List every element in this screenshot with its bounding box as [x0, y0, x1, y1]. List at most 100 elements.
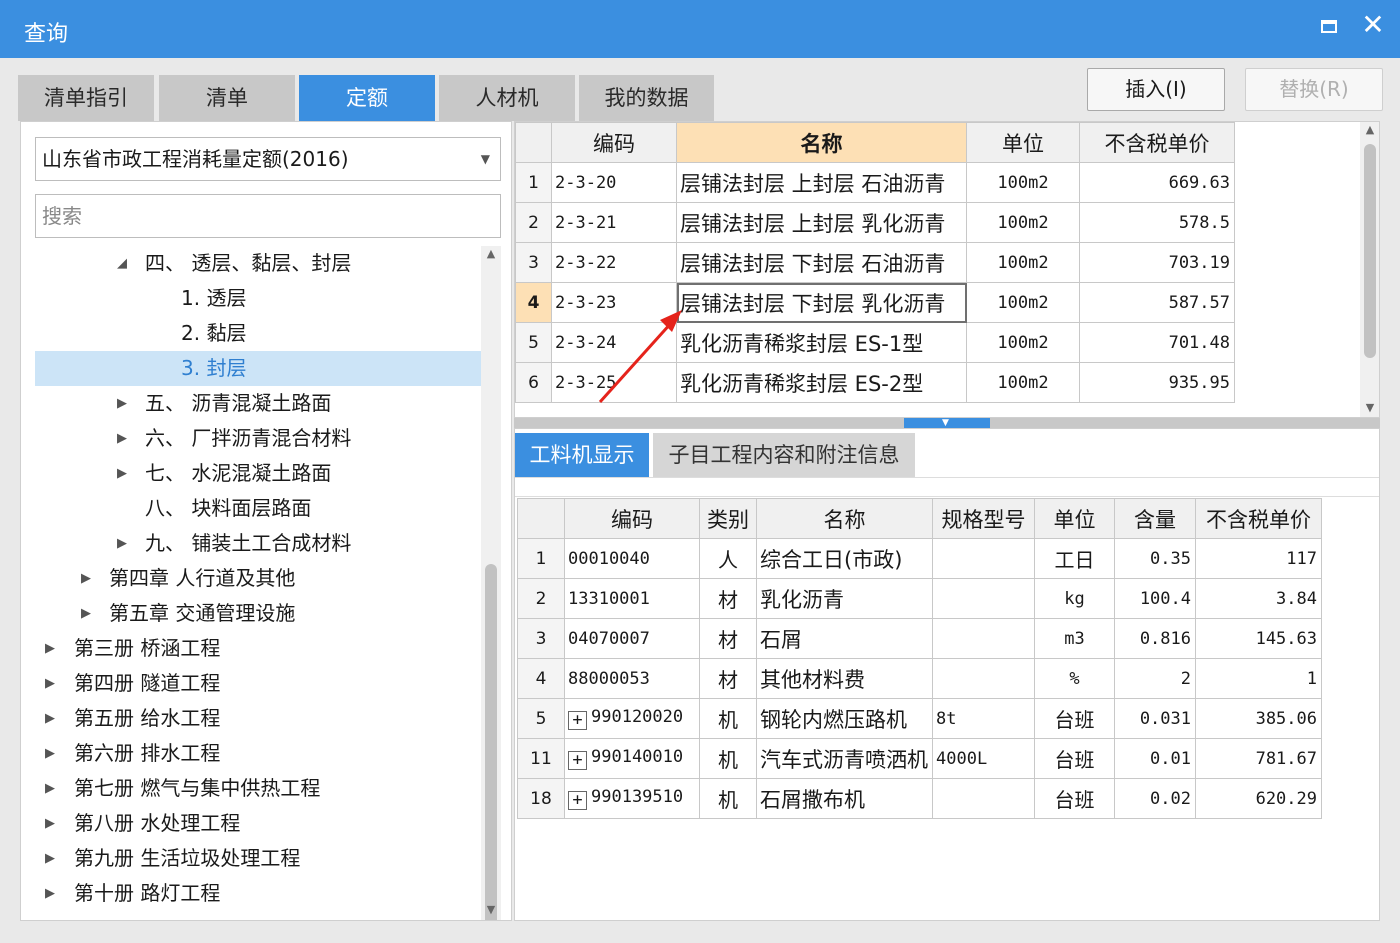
expand-icon[interactable]: ▶ [79, 596, 93, 631]
tree-item[interactable]: 1. 透层 [21, 281, 483, 316]
tree-item[interactable]: ▶ 第四册 隧道工程 [21, 666, 483, 701]
table-row[interactable]: 3 2-3-22 层铺法封层 下封层 石油沥青 100m2 703.19 [515, 242, 1235, 283]
table-row[interactable]: 3 04070007 材 石屑 m3 0.816 145.63 [517, 618, 1322, 659]
expand-icon[interactable]: ▶ [43, 806, 57, 841]
resource-spec [932, 658, 1035, 699]
replace-button[interactable]: 替换(R) [1245, 68, 1383, 111]
expand-icon[interactable]: ▶ [43, 841, 57, 876]
column-header-unit[interactable]: 单位 [1034, 498, 1115, 539]
tree-item[interactable]: 八、 块料面层路面 [21, 491, 483, 526]
tab-work-content[interactable]: 子目工程内容和附注信息 [653, 433, 915, 477]
scroll-up-icon[interactable]: ▲ [481, 246, 501, 262]
column-header-code[interactable]: 编码 [564, 498, 700, 539]
resource-spec [932, 538, 1035, 579]
insert-button[interactable]: 插入(I) [1087, 68, 1225, 111]
expand-icon[interactable]: ▶ [115, 456, 129, 491]
collapse-icon[interactable]: ◢ [115, 246, 129, 281]
tree-item[interactable]: ▶ 六、 厂拌沥青混合材料 [21, 421, 483, 456]
tree-item-label: 八、 块料面层路面 [145, 496, 312, 520]
expand-icon[interactable]: ▶ [115, 421, 129, 456]
maximize-button[interactable] [1316, 14, 1342, 40]
tab-my-data[interactable]: 我的数据 [579, 75, 714, 121]
table-row[interactable]: 6 2-3-25 乳化沥青稀浆封层 ES-2型 100m2 935.95 [515, 362, 1235, 403]
column-header-qty[interactable]: 含量 [1114, 498, 1196, 539]
table-row[interactable]: 1 00010040 人 综合工日(市政) 工日 0.35 117 [517, 538, 1322, 579]
scroll-up-icon[interactable]: ▲ [1360, 122, 1379, 138]
tree-item[interactable]: ◢ 四、 透层、黏层、封层 [21, 246, 483, 281]
expand-icon[interactable]: ▶ [43, 736, 57, 771]
search-input[interactable] [35, 194, 501, 238]
scroll-down-icon[interactable]: ▼ [481, 902, 501, 918]
resource-price: 145.63 [1195, 618, 1322, 659]
table-row[interactable]: 2 2-3-21 层铺法封层 上封层 乳化沥青 100m2 578.5 [515, 202, 1235, 243]
expand-icon[interactable]: ▶ [115, 386, 129, 421]
tree-item[interactable]: ▶ 第五册 给水工程 [21, 701, 483, 736]
tree-item[interactable]: ▶ 第四章 人行道及其他 [21, 561, 483, 596]
table-row-current[interactable]: 4 2-3-23 层铺法封层 下封层 乳化沥青 100m2 587.57 [515, 282, 1235, 323]
tab-quota[interactable]: 定额 [299, 75, 435, 121]
expand-icon[interactable]: ▶ [79, 561, 93, 596]
expand-icon[interactable]: ▶ [43, 701, 57, 736]
column-header-unit[interactable]: 单位 [966, 122, 1080, 163]
table-row[interactable]: 5 2-3-24 乳化沥青稀浆封层 ES-1型 100m2 701.48 [515, 322, 1235, 363]
resource-unit: kg [1034, 578, 1115, 619]
quota-unit: 100m2 [966, 202, 1080, 243]
tree-item[interactable]: ▶ 第十册 路灯工程 [21, 876, 483, 911]
expand-icon[interactable]: ▶ [43, 631, 57, 666]
column-header-name[interactable]: 名称 [676, 122, 967, 163]
tree-item[interactable]: ▶ 第八册 水处理工程 [21, 806, 483, 841]
tree-item[interactable]: ▶ 第五章 交通管理设施 [21, 596, 483, 631]
quota-code: 2-3-21 [551, 202, 677, 243]
column-header-price[interactable]: 不含税单价 [1195, 498, 1322, 539]
tree-item[interactable]: ▶ 第六册 排水工程 [21, 736, 483, 771]
quota-library-select[interactable]: 山东省市政工程消耗量定额(2016) ▼ [35, 137, 501, 181]
expand-icon[interactable]: ▶ [43, 876, 57, 911]
tab-resource-display[interactable]: 工料机显示 [515, 433, 649, 477]
column-header-name[interactable]: 名称 [756, 498, 933, 539]
quota-scrollbar[interactable]: ▲ ▼ [1360, 122, 1379, 417]
tree-item[interactable]: ▶ 第七册 燃气与集中供热工程 [21, 771, 483, 806]
tree-item[interactable]: ▶ 九、 铺装土工合成材料 [21, 526, 483, 561]
scroll-thumb[interactable] [485, 564, 497, 920]
tree-item[interactable]: ▶ 五、 沥青混凝土路面 [21, 386, 483, 421]
tree-item-label: 第七册 燃气与集中供热工程 [74, 776, 321, 800]
quota-price: 701.48 [1079, 322, 1235, 363]
close-button[interactable]: ✕ [1358, 10, 1388, 40]
expand-icon[interactable]: ▶ [43, 771, 57, 806]
tree-item[interactable]: ▶ 七、 水泥混凝土路面 [21, 456, 483, 491]
column-header-price[interactable]: 不含税单价 [1079, 122, 1235, 163]
tree-item-label: 第十册 路灯工程 [74, 881, 221, 905]
scroll-thumb[interactable] [1364, 144, 1376, 358]
column-header-type[interactable]: 类别 [699, 498, 757, 539]
table-row[interactable]: 2 13310001 材 乳化沥青 kg 100.4 3.84 [517, 578, 1322, 619]
expand-icon[interactable]: + [568, 791, 587, 810]
table-row[interactable]: 1 2-3-20 层铺法封层 上封层 石油沥青 100m2 669.63 [515, 162, 1235, 203]
expand-icon[interactable]: ▶ [43, 666, 57, 701]
expand-icon[interactable]: + [568, 711, 587, 730]
tab-bill-guide[interactable]: 清单指引 [18, 75, 154, 121]
scroll-down-icon[interactable]: ▼ [1360, 400, 1379, 416]
splitter-handle[interactable]: ▼ [904, 418, 990, 428]
tree-item[interactable]: ▶ 第九册 生活垃圾处理工程 [21, 841, 483, 876]
close-icon: ✕ [1361, 8, 1385, 41]
tree-item-label: 第三册 桥涵工程 [74, 636, 221, 660]
table-row[interactable]: 5 +990120020 机 钢轮内燃压路机 8t 台班 0.031 385.0… [517, 698, 1322, 739]
quota-unit: 100m2 [966, 162, 1080, 203]
tree-item[interactable]: 2. 黏层 [21, 316, 483, 351]
quota-table: 编码 名称 单位 不含税单价 1 2-3-20 层铺法封层 上封层 石油沥青 1… [515, 122, 1235, 403]
expand-icon[interactable]: ▶ [115, 526, 129, 561]
panel-splitter[interactable]: ▼ [514, 418, 1380, 428]
resource-spec [932, 778, 1035, 819]
tab-resources[interactable]: 人材机 [439, 75, 575, 121]
expand-icon[interactable]: + [568, 751, 587, 770]
tree-item-label: 第六册 排水工程 [74, 741, 221, 765]
table-row[interactable]: 18 +990139510 机 石屑撒布机 台班 0.02 620.29 [517, 778, 1322, 819]
tree-item[interactable]: ▶ 第三册 桥涵工程 [21, 631, 483, 666]
column-header-code[interactable]: 编码 [551, 122, 677, 163]
tree-scrollbar[interactable]: ▲ ▼ [481, 246, 501, 920]
table-row[interactable]: 4 88000053 材 其他材料费 % 2 1 [517, 658, 1322, 699]
tree-item-selected[interactable]: 3. 封层 [35, 351, 483, 386]
table-row[interactable]: 11 +990140010 机 汽车式沥青喷洒机 4000L 台班 0.01 7… [517, 738, 1322, 779]
column-header-spec[interactable]: 规格型号 [932, 498, 1035, 539]
tab-bill[interactable]: 清单 [159, 75, 295, 121]
